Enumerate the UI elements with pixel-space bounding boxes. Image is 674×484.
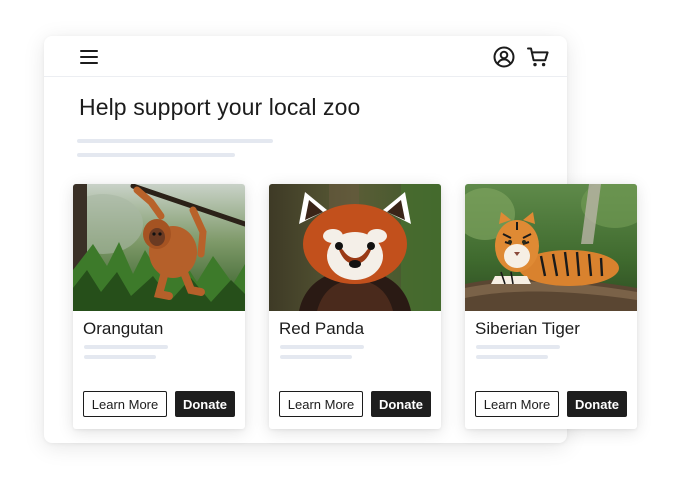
placeholder-line — [84, 355, 156, 359]
user-circle-icon[interactable] — [492, 45, 516, 69]
card-title: Orangutan — [83, 319, 164, 338]
page-title: Help support your local zoo — [79, 94, 361, 120]
learn-more-button[interactable]: Learn More — [279, 391, 363, 417]
placeholder-line — [476, 355, 548, 359]
shopping-cart-icon[interactable] — [526, 45, 550, 69]
donate-button[interactable]: Donate — [567, 391, 627, 417]
animal-card-orangutan: Orangutan Learn More Donate — [73, 184, 245, 429]
animal-card-red-panda: Red Panda Learn More Donate — [269, 184, 441, 429]
placeholder-line — [84, 345, 168, 349]
siberian-tiger-photo — [465, 184, 637, 311]
top-navigation-bar — [44, 36, 567, 77]
placeholder-line — [77, 139, 273, 143]
donate-button[interactable]: Donate — [371, 391, 431, 417]
donate-button[interactable]: Donate — [175, 391, 235, 417]
placeholder-line — [77, 153, 235, 157]
card-title: Siberian Tiger — [475, 319, 580, 338]
placeholder-line — [280, 355, 352, 359]
red-panda-photo — [269, 184, 441, 311]
placeholder-line — [476, 345, 560, 349]
orangutan-photo — [73, 184, 245, 311]
card-title: Red Panda — [279, 319, 365, 338]
learn-more-button[interactable]: Learn More — [83, 391, 167, 417]
hamburger-menu-icon[interactable] — [79, 48, 99, 66]
learn-more-button[interactable]: Learn More — [475, 391, 559, 417]
placeholder-line — [280, 345, 364, 349]
animal-card-siberian-tiger: Siberian Tiger Learn More Donate — [465, 184, 637, 429]
